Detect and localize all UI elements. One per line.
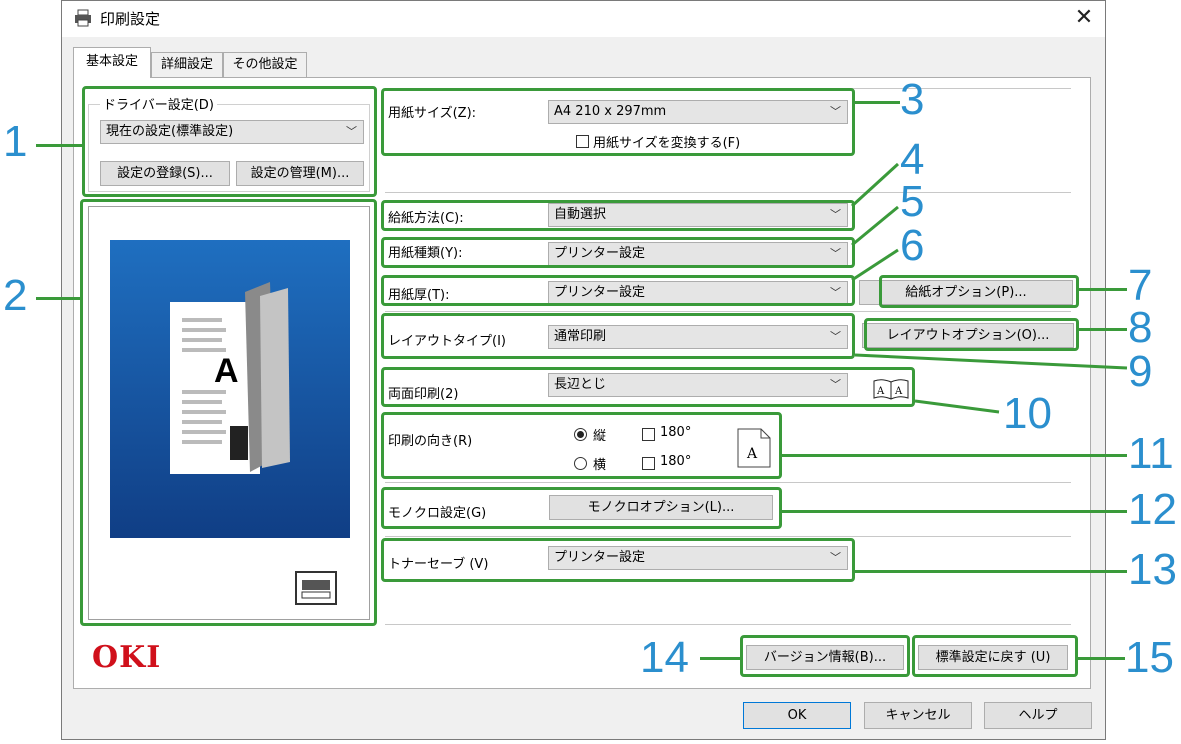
- callout-line-6: [840, 240, 900, 285]
- callout-line-1: [36, 144, 82, 147]
- callout-box-14: [740, 635, 910, 677]
- separator: [385, 192, 1071, 193]
- callout-line-9: [854, 352, 1130, 372]
- help-button[interactable]: ヘルプ: [984, 702, 1092, 729]
- callout-number-3: 3: [900, 75, 925, 124]
- close-icon[interactable]: ✕: [1070, 3, 1098, 33]
- callout-box-7: [879, 275, 1079, 308]
- separator: [385, 311, 1071, 312]
- callout-line-15: [1078, 657, 1125, 660]
- ok-button[interactable]: OK: [743, 702, 851, 729]
- cancel-button[interactable]: キャンセル: [864, 702, 972, 729]
- separator: [385, 482, 1071, 483]
- tab-basic[interactable]: 基本設定: [73, 47, 151, 78]
- callout-number-6: 6: [900, 221, 925, 270]
- title-bar: [62, 1, 1105, 37]
- callout-number-11: 11: [1128, 429, 1174, 478]
- callout-number-15: 15: [1125, 633, 1174, 682]
- callout-number-10: 10: [1003, 389, 1052, 438]
- callout-box-6: [381, 275, 855, 306]
- separator: [385, 536, 1071, 537]
- callout-box-15: [912, 635, 1078, 677]
- callout-box-10: [381, 367, 915, 407]
- callout-number-9: 9: [1128, 347, 1153, 396]
- callout-number-14: 14: [640, 633, 689, 682]
- callout-line-12: [782, 510, 1127, 513]
- callout-box-2: [80, 199, 377, 626]
- callout-number-1: 1: [3, 117, 28, 166]
- callout-box-4: [381, 200, 855, 231]
- callout-box-9: [381, 313, 855, 359]
- callout-box-3: [381, 88, 855, 156]
- separator: [385, 624, 1071, 625]
- callout-number-7: 7: [1128, 261, 1153, 310]
- callout-number-8: 8: [1128, 303, 1153, 352]
- callout-box-11: [381, 412, 782, 479]
- callout-box-12: [381, 487, 782, 529]
- callout-number-13: 13: [1128, 545, 1177, 594]
- callout-line-2: [36, 297, 80, 300]
- callout-line-14: [700, 657, 740, 660]
- callout-box-5: [381, 237, 855, 268]
- tab-detail[interactable]: 詳細設定: [151, 52, 223, 77]
- callout-box-13: [381, 538, 855, 582]
- callout-line-8: [1079, 328, 1127, 331]
- oki-logo: OKI: [92, 640, 162, 675]
- printer-icon: [74, 9, 92, 27]
- callout-line-7: [1079, 288, 1127, 291]
- window-title: 印刷設定: [100, 10, 161, 28]
- callout-box-1: [82, 86, 377, 197]
- callout-number-4: 4: [900, 135, 925, 184]
- callout-number-12: 12: [1128, 485, 1177, 534]
- callout-line-10: [914, 398, 1000, 418]
- callout-line-13: [855, 570, 1127, 573]
- callout-line-3: [855, 101, 900, 104]
- callout-number-2: 2: [3, 271, 28, 320]
- callout-line-11: [782, 454, 1127, 457]
- callout-number-5: 5: [900, 177, 925, 226]
- tab-other[interactable]: その他設定: [223, 52, 307, 77]
- callout-box-8: [864, 318, 1079, 351]
